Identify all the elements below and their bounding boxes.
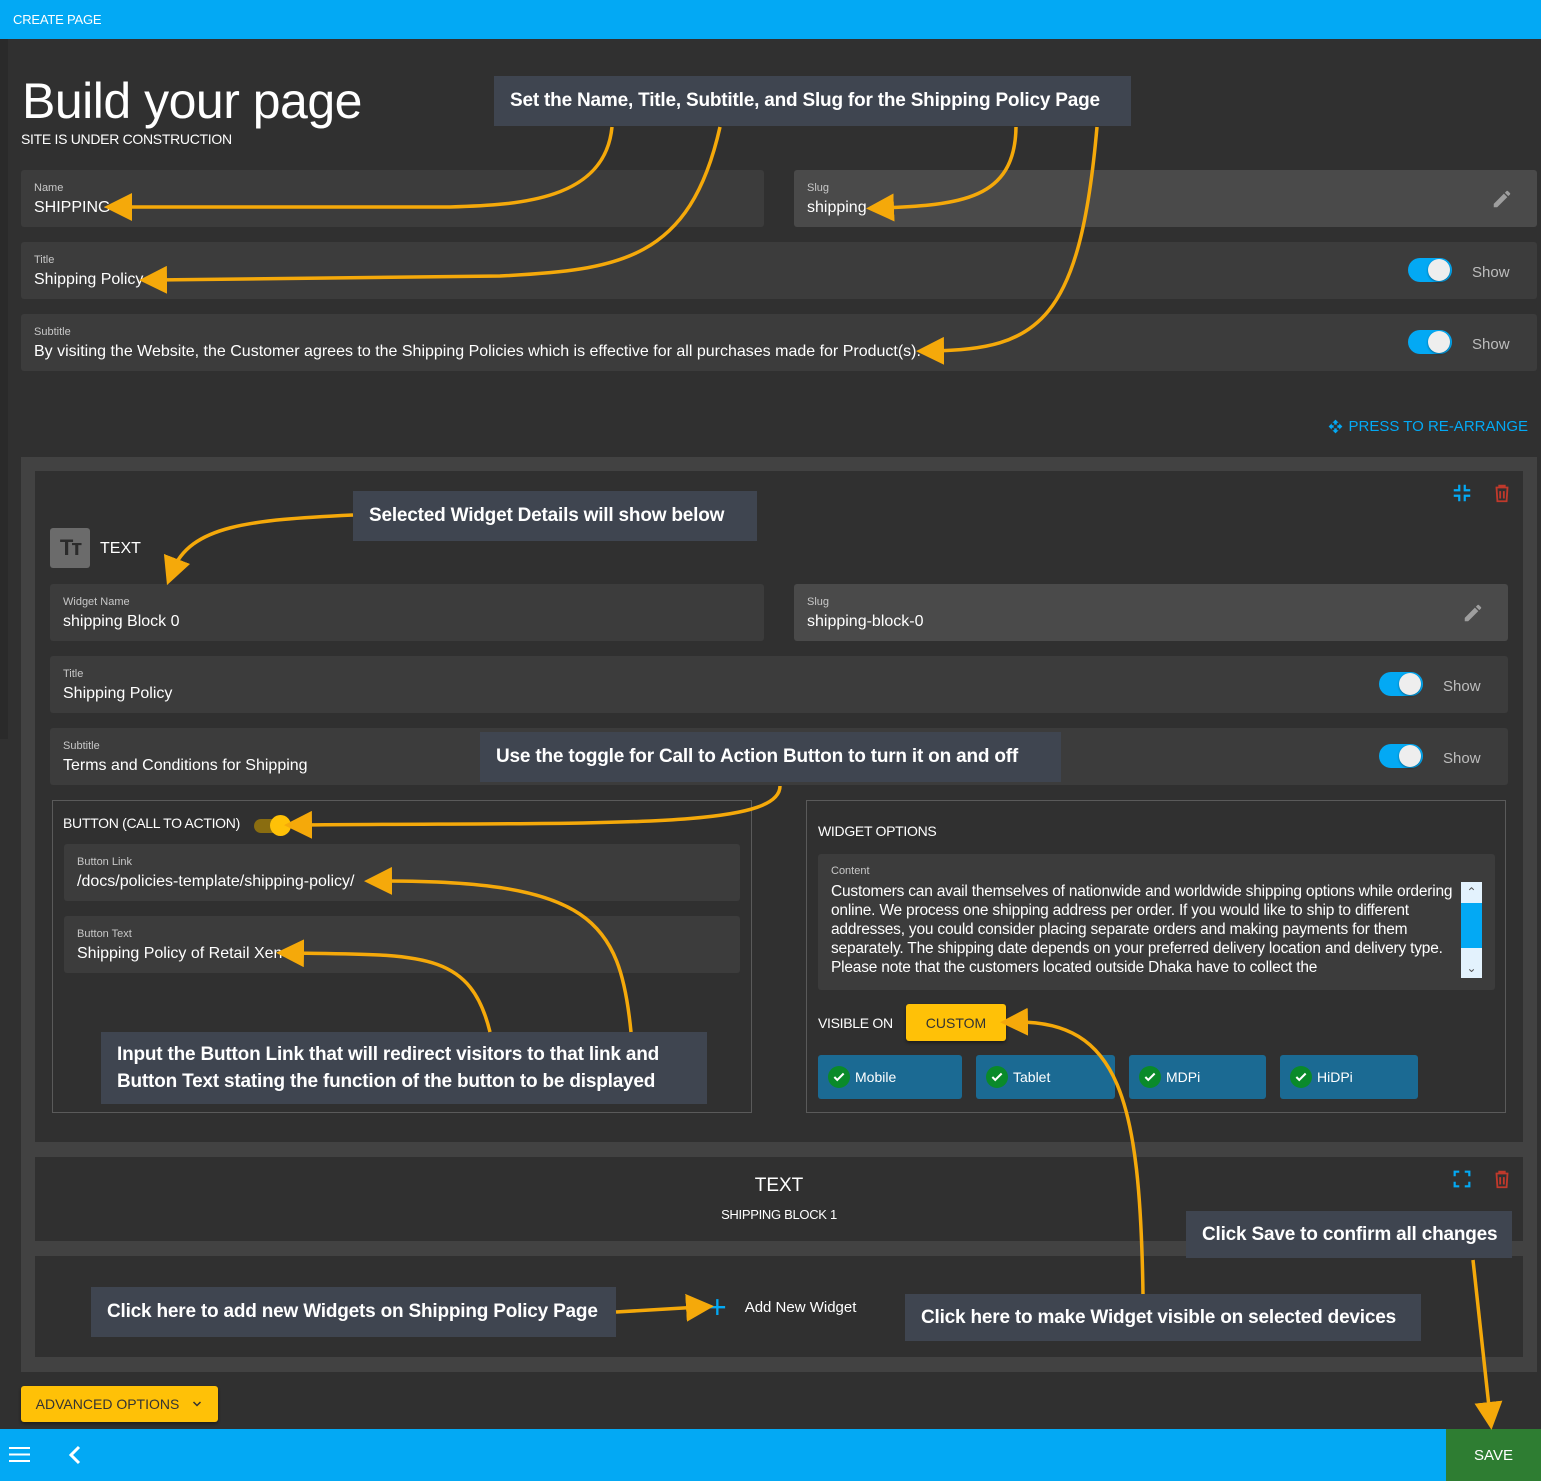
content-value[interactable]: Customers can avail themselves of nation… bbox=[831, 882, 1453, 978]
page-title-label: Title bbox=[34, 254, 55, 266]
widget-title-label: Title bbox=[63, 668, 84, 680]
button-link-label: Button Link bbox=[77, 856, 133, 868]
page-slug-value[interactable]: shipping bbox=[807, 199, 867, 217]
button-text-field[interactable]: Button Text Shipping Policy of Retail Xe… bbox=[64, 916, 740, 973]
top-app-bar: CREATE PAGE bbox=[0, 0, 1541, 39]
widget-type-label: TEXT bbox=[100, 540, 141, 557]
chevron-down-icon bbox=[193, 1401, 202, 1407]
rearrange-button[interactable]: PRESS TO RE-ARRANGE bbox=[1328, 418, 1529, 435]
cta-panel-title: BUTTON (CALL TO ACTION) bbox=[63, 815, 240, 831]
annotation-callout: Use the toggle for Call to Action Button… bbox=[480, 732, 1061, 782]
trash-icon[interactable] bbox=[1491, 482, 1513, 504]
check-icon bbox=[1139, 1066, 1161, 1088]
widget-subtitle-label: Subtitle bbox=[63, 740, 100, 752]
widget-title-show-toggle[interactable] bbox=[1379, 670, 1423, 696]
widget-title-value[interactable]: Shipping Policy bbox=[63, 685, 172, 703]
annotation-callout: Selected Widget Details will show below bbox=[353, 491, 757, 541]
annotation-callout: Click Save to confirm all changes bbox=[1186, 1211, 1512, 1258]
widget-title-show-label: Show bbox=[1443, 678, 1481, 695]
widget-title-field[interactable]: Title Shipping Policy Show bbox=[50, 656, 1508, 713]
widget-slug-value[interactable]: shipping-block-0 bbox=[807, 613, 924, 631]
check-icon bbox=[986, 1066, 1008, 1088]
left-edge bbox=[0, 39, 8, 739]
page-subtitle-show-label: Show bbox=[1472, 336, 1510, 353]
save-button[interactable]: SAVE bbox=[1446, 1429, 1541, 1481]
page-title-show-label: Show bbox=[1472, 264, 1510, 281]
visible-on-custom-button[interactable]: CUSTOM bbox=[906, 1004, 1006, 1041]
device-label: HiDPi bbox=[1317, 1069, 1353, 1085]
app-bar-title: CREATE PAGE bbox=[13, 12, 102, 27]
widget-options-title: WIDGET OPTIONS bbox=[818, 823, 937, 839]
page-title-field[interactable]: Title Shipping Policy Show bbox=[21, 242, 1537, 299]
visible-on-label: VISIBLE ON bbox=[818, 1015, 893, 1031]
page-subtitle-value[interactable]: By visiting the Website, the Customer ag… bbox=[34, 343, 921, 361]
page-subtitle: SITE IS UNDER CONSTRUCTION bbox=[21, 131, 232, 147]
device-label: Mobile bbox=[855, 1069, 897, 1085]
scroll-up-icon[interactable]: ⌃ bbox=[1461, 883, 1482, 901]
page-title: Build your page bbox=[22, 73, 362, 129]
move-icon bbox=[1328, 419, 1342, 434]
rearrange-label: PRESS TO RE-ARRANGE bbox=[1348, 418, 1529, 435]
annotation-callout: Input the Button Link that will redirect… bbox=[101, 1032, 707, 1104]
device-toggle-hidpi[interactable]: HiDPi bbox=[1280, 1055, 1418, 1099]
button-text-label: Button Text bbox=[77, 928, 132, 940]
bottom-app-bar: SAVE bbox=[0, 1429, 1541, 1481]
check-icon bbox=[828, 1066, 850, 1088]
add-new-widget-button[interactable]: + Add New Widget bbox=[708, 1289, 857, 1325]
advanced-options-button[interactable]: ADVANCED OPTIONS bbox=[21, 1386, 218, 1422]
device-toggle-tablet[interactable]: Tablet bbox=[976, 1055, 1115, 1099]
chevron-left-icon[interactable] bbox=[66, 1444, 84, 1466]
annotation-callout: Click here to add new Widgets on Shippin… bbox=[91, 1287, 616, 1337]
content-textarea[interactable]: Content Customers can avail themselves o… bbox=[818, 854, 1495, 990]
widget-subtitle-show-toggle[interactable] bbox=[1379, 742, 1423, 768]
page-subtitle-show-toggle[interactable] bbox=[1408, 328, 1452, 354]
menu-icon[interactable] bbox=[9, 1446, 30, 1463]
widget-subtitle-show-label: Show bbox=[1443, 750, 1481, 767]
device-label: MDPi bbox=[1166, 1069, 1201, 1085]
widget-slug-label: Slug bbox=[807, 596, 830, 608]
text-type-icon: Tт bbox=[50, 528, 90, 568]
check-icon bbox=[1290, 1066, 1312, 1088]
annotation-callout: Click here to make Widget visible on sel… bbox=[905, 1294, 1421, 1341]
button-text-value[interactable]: Shipping Policy of Retail Xen bbox=[77, 945, 282, 963]
plus-icon: + bbox=[708, 1289, 727, 1325]
widget-slug-field[interactable]: Slug shipping-block-0 bbox=[794, 584, 1508, 641]
widget-subtitle-value[interactable]: Terms and Conditions for Shipping bbox=[63, 757, 308, 775]
page-slug-field[interactable]: Slug shipping bbox=[794, 170, 1537, 227]
device-toggle-mdpi[interactable]: MDPi bbox=[1129, 1055, 1266, 1099]
page-title-value[interactable]: Shipping Policy bbox=[34, 271, 143, 289]
add-new-widget-label: Add New Widget bbox=[744, 1298, 857, 1316]
device-label: Tablet bbox=[1013, 1069, 1051, 1085]
page-name-field[interactable]: Name SHIPPING bbox=[21, 170, 764, 227]
widget-name-label: Widget Name bbox=[63, 596, 130, 608]
page-name-label: Name bbox=[34, 182, 64, 194]
page-subtitle-field[interactable]: Subtitle By visiting the Website, the Cu… bbox=[21, 314, 1537, 371]
trash-icon[interactable] bbox=[1491, 1168, 1513, 1190]
pencil-icon[interactable] bbox=[1462, 602, 1484, 624]
annotation-callout: Set the Name, Title, Subtitle, and Slug … bbox=[494, 76, 1131, 126]
content-scrollbar[interactable]: ⌃ ⌄ bbox=[1461, 882, 1482, 978]
button-link-field[interactable]: Button Link /docs/policies-template/ship… bbox=[64, 844, 740, 901]
device-toggle-mobile[interactable]: Mobile bbox=[818, 1055, 962, 1099]
widget-name-value[interactable]: shipping Block 0 bbox=[63, 613, 180, 631]
collapse-icon[interactable] bbox=[1451, 482, 1473, 504]
page-name-value[interactable]: SHIPPING bbox=[34, 199, 110, 217]
expand-icon[interactable] bbox=[1451, 1168, 1473, 1190]
pencil-icon[interactable] bbox=[1491, 188, 1513, 210]
scrollbar-thumb[interactable] bbox=[1461, 903, 1482, 948]
advanced-options-label: ADVANCED OPTIONS bbox=[35, 1396, 180, 1412]
scroll-down-icon[interactable]: ⌄ bbox=[1461, 959, 1482, 977]
page-subtitle-label: Subtitle bbox=[34, 326, 71, 338]
widget-name-field[interactable]: Widget Name shipping Block 0 bbox=[50, 584, 764, 641]
page-slug-label: Slug bbox=[807, 182, 830, 194]
page-title-show-toggle[interactable] bbox=[1408, 256, 1452, 282]
cta-toggle[interactable] bbox=[254, 815, 292, 836]
button-link-value[interactable]: /docs/policies-template/shipping-policy/ bbox=[77, 873, 354, 891]
collapsed-widget-type: TEXT bbox=[754, 1175, 804, 1196]
content-label: Content bbox=[831, 865, 870, 877]
